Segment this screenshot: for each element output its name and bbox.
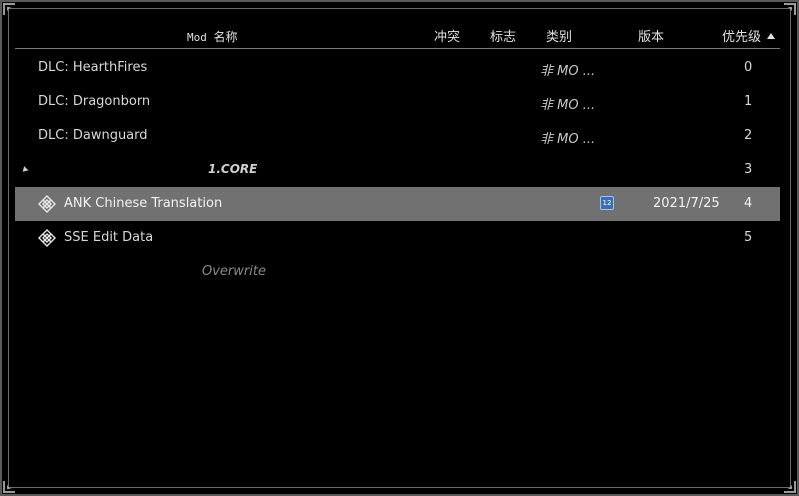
mod-priority: 4: [744, 196, 753, 211]
header-priority-label: 优先级: [722, 30, 762, 45]
separator-name: 1.CORE: [208, 162, 258, 176]
mod-priority: 2: [744, 128, 753, 143]
corner-ornament-icon: [784, 481, 796, 493]
mod-version: 2021/7/25: [653, 196, 720, 211]
header-version[interactable]: 版本: [638, 26, 664, 45]
mod-category: 非 MO ...: [540, 98, 596, 113]
sort-ascending-icon: [767, 33, 776, 39]
mod-priority: 5: [744, 230, 753, 245]
overwrite-row[interactable]: Overwrite: [15, 255, 780, 289]
header-mod-name-cjk: 名称: [213, 30, 238, 44]
mod-row[interactable]: SSE Edit Data 5: [15, 221, 780, 255]
header-category[interactable]: 类别: [546, 26, 572, 45]
diamond-lattice-icon: [38, 229, 56, 247]
mod-priority: 3: [744, 162, 753, 177]
mod-name: SSE Edit Data: [64, 230, 154, 245]
mod-priority: 1: [744, 94, 753, 109]
collapse-triangle-icon[interactable]: [20, 166, 29, 174]
diamond-lattice-icon: [38, 195, 56, 213]
header-mod-name-ascii: Mod: [187, 31, 207, 44]
overwrite-label: Overwrite: [202, 264, 266, 279]
column-header: Mod 名称 冲突 标志 类别 版本 优先级: [15, 22, 780, 49]
mod-name: DLC: Dragonborn: [38, 94, 151, 109]
mod-category: 非 MO ...: [540, 132, 596, 147]
corner-ornament-icon: [3, 3, 15, 15]
header-mod-name[interactable]: Mod 名称: [187, 28, 238, 45]
mod-row-selected[interactable]: ANK Chinese Translation 12 2021/7/25 4: [15, 187, 780, 221]
mod-category: 非 MO ...: [540, 64, 596, 79]
calendar-icon: 12: [600, 196, 614, 210]
header-conflict[interactable]: 冲突: [434, 26, 460, 45]
mod-row[interactable]: DLC: HearthFires 非 MO ... 0: [15, 51, 780, 85]
mod-name: DLC: Dawnguard: [38, 128, 148, 143]
header-flags[interactable]: 标志: [490, 26, 516, 45]
separator-row[interactable]: 1.CORE 3: [15, 153, 780, 187]
corner-ornament-icon: [3, 481, 15, 493]
mod-list: DLC: HearthFires 非 MO ... 0 DLC: Dragonb…: [15, 51, 780, 289]
mod-name: DLC: HearthFires: [38, 60, 148, 75]
header-priority[interactable]: 优先级: [722, 26, 776, 45]
mod-row[interactable]: DLC: Dragonborn 非 MO ... 1: [15, 85, 780, 119]
corner-ornament-icon: [784, 3, 796, 15]
mod-row[interactable]: DLC: Dawnguard 非 MO ... 2: [15, 119, 780, 153]
mod-name: ANK Chinese Translation: [64, 196, 223, 211]
mod-priority: 0: [744, 60, 753, 75]
